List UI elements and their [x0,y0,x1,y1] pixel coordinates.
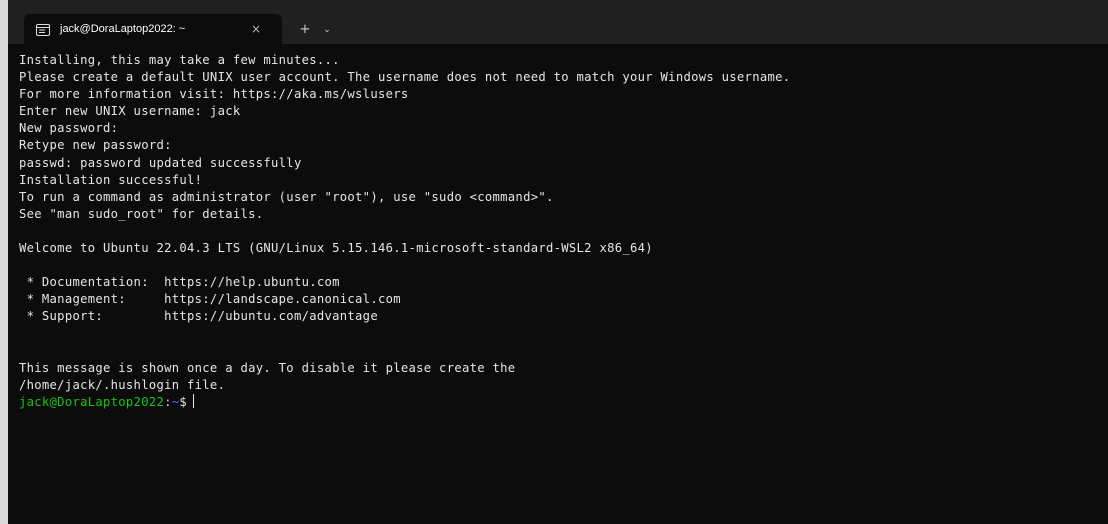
output-line: Retype new password: [19,138,172,153]
output-line: Welcome to Ubuntu 22.04.3 LTS (GNU/Linux… [19,241,653,256]
tab-ubuntu[interactable]: jack@DoraLaptop2022: ~ × [24,14,282,44]
text-cursor [193,393,195,408]
output-line: See "man sudo_root" for details. [19,206,264,221]
output-line: This message is shown once a day. To dis… [19,360,516,375]
prompt-symbol: $ [179,394,188,409]
prompt-separator: : [164,394,172,409]
prompt-user-host: jack@DoraLaptop2022 [19,394,165,409]
output-line: To run a command as administrator (user … [19,189,554,204]
output-line: * Support: https://ubuntu.com/advantage [19,309,378,324]
window-edge [0,0,8,524]
shell-prompt[interactable]: jack@DoraLaptop2022:~$ [19,393,1098,411]
output-line: Installing, this may take a few minutes.… [19,53,340,67]
output-line: Enter new UNIX username: jack [19,104,241,119]
output-line: Please create a default UNIX user accoun… [19,70,791,85]
terminal-window: jack@DoraLaptop2022: ~ × + ⌄ Installing,… [0,0,1108,524]
new-tab-icon[interactable]: + [296,21,314,39]
output-line: Installation successful! [19,172,203,187]
output-line: passwd: password updated successfully [19,155,302,170]
terminal-tab-icon [36,23,50,36]
tab-bar: jack@DoraLaptop2022: ~ × + ⌄ [8,0,1108,44]
terminal-output[interactable]: Installing, this may take a few minutes.… [19,52,1098,524]
output-line: New password: [19,121,119,136]
chevron-down-icon[interactable]: ⌄ [320,21,334,39]
output-line: /home/jack/.hushlogin file. [19,377,226,392]
output-line: * Documentation: https://help.ubuntu.com [19,275,340,290]
output-line: For more information visit: https://aka.… [19,87,409,102]
tab-title: jack@DoraLaptop2022: ~ [60,23,186,35]
close-tab-icon[interactable]: × [246,19,266,39]
output-line: * Management: https://landscape.canonica… [19,292,401,307]
